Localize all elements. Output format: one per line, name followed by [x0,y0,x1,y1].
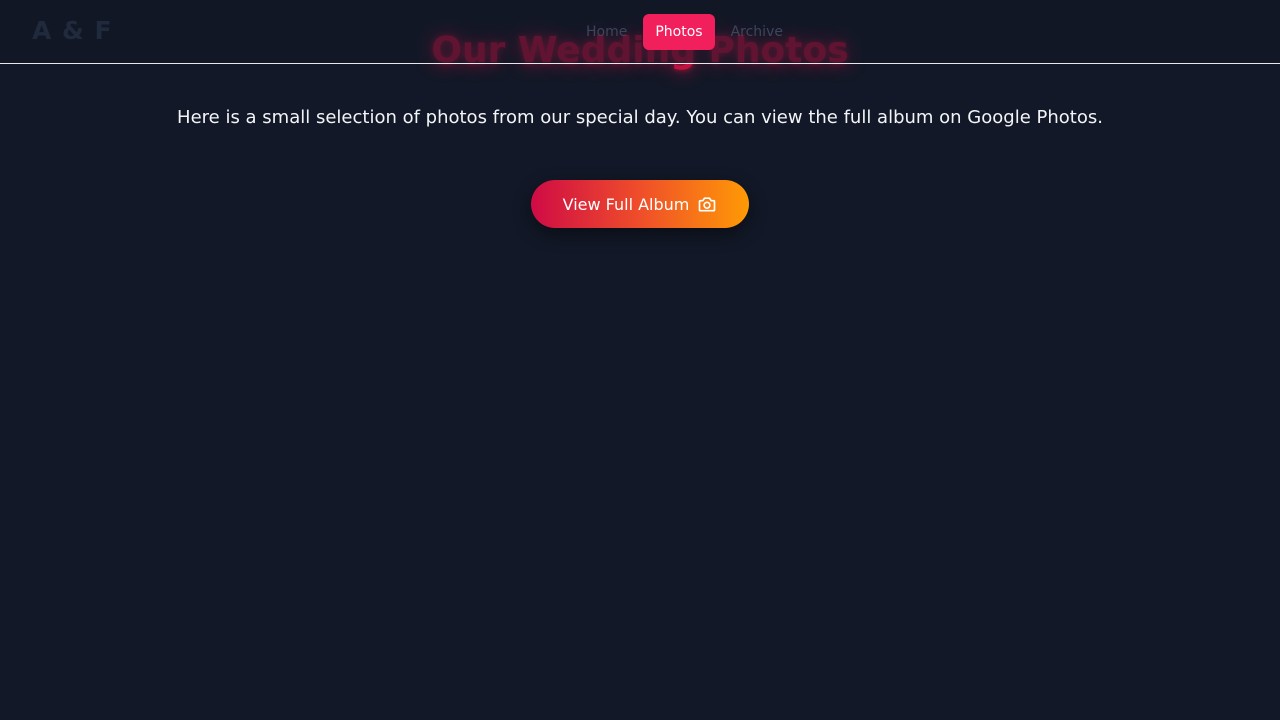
site-logo[interactable]: A & F [32,14,113,48]
camera-icon [697,194,717,214]
page: Our Wedding Photos A & F Home Photos Arc… [0,0,1280,720]
site-header: A & F Home Photos Archive [0,0,1280,64]
main-nav: Home Photos Archive [574,14,795,50]
view-full-album-button[interactable]: View Full Album [531,180,749,228]
nav-item-home[interactable]: Home [574,14,639,50]
page-description: Here is a small selection of photos from… [177,107,1103,128]
nav-item-photos[interactable]: Photos [643,14,715,50]
view-full-album-label: View Full Album [562,194,690,214]
nav-item-archive[interactable]: Archive [719,14,795,50]
